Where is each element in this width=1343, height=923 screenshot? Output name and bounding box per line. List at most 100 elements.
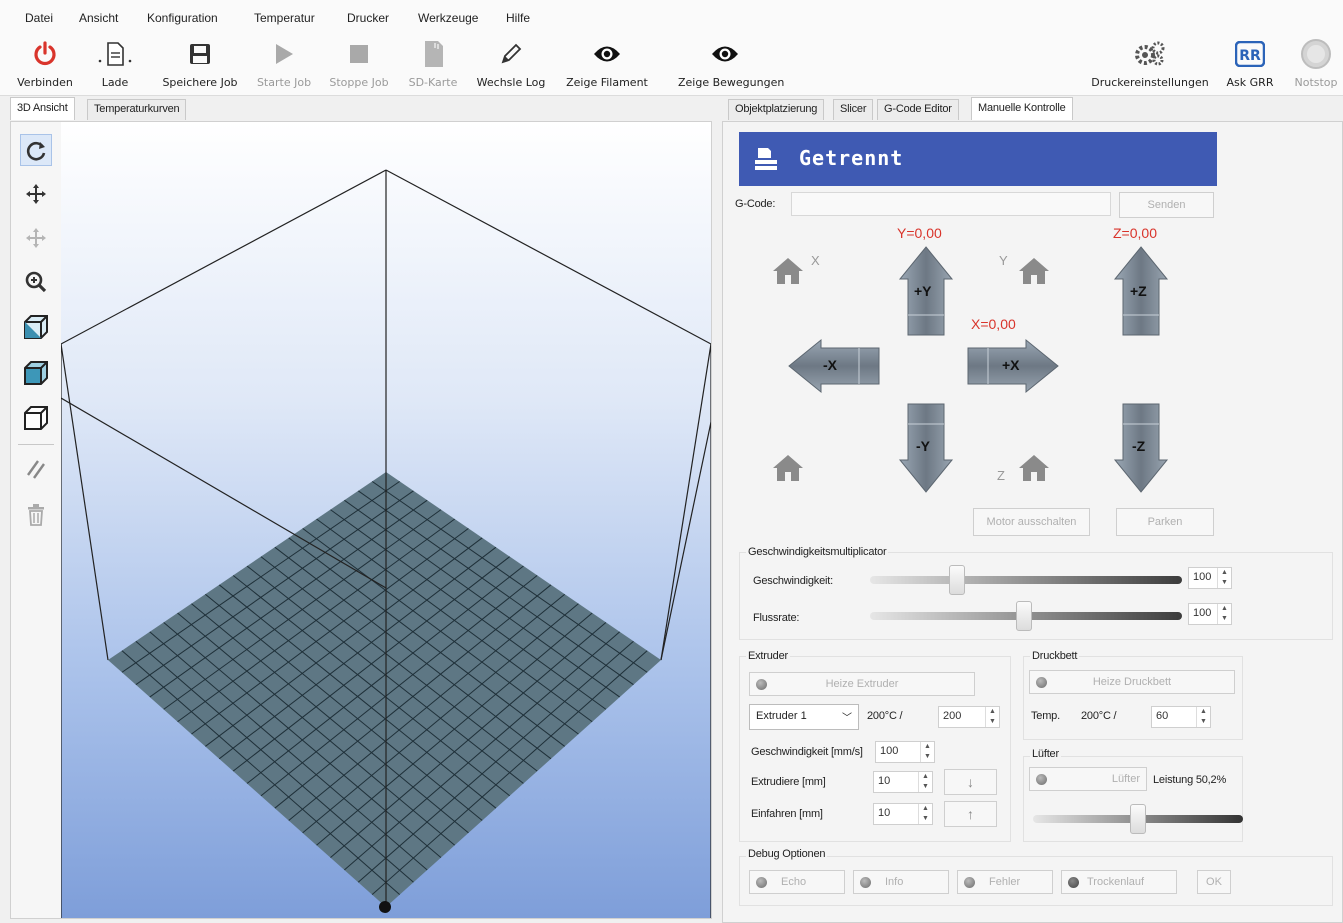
parallel-view-button[interactable]	[20, 453, 52, 485]
spin-arrows-icon[interactable]: ▲ ▼	[918, 772, 932, 792]
view-tools-sidebar	[11, 122, 61, 918]
retract-button[interactable]: ↑	[944, 801, 997, 827]
spin-arrows-icon[interactable]: ▲ ▼	[1217, 604, 1231, 624]
jog-minus-z-button[interactable]: -Z	[1113, 402, 1169, 494]
send-gcode-button[interactable]: Senden	[1119, 192, 1214, 218]
start-job-button[interactable]: Starte Job	[257, 34, 311, 96]
debug-echo-button[interactable]: Echo	[749, 870, 845, 894]
printer-settings-button[interactable]: Druckereinstellungen	[1091, 34, 1209, 96]
connect-button[interactable]: Verbinden	[17, 34, 73, 96]
iso-view-button[interactable]	[20, 311, 52, 343]
menu-temperatur[interactable]: Temperatur	[254, 11, 315, 25]
jog-plus-y-button[interactable]: +Y	[898, 245, 954, 337]
extrude-spinbox[interactable]: 10 ▲ ▼	[873, 771, 933, 793]
heat-extruder-button[interactable]: Heize Extruder	[749, 672, 975, 696]
move-view-button[interactable]	[20, 178, 52, 210]
menu-konfiguration[interactable]: Konfiguration	[147, 11, 218, 25]
motor-off-button[interactable]: Motor ausschalten	[973, 508, 1090, 536]
park-button[interactable]: Parken	[1116, 508, 1214, 536]
reset-view-button[interactable]	[20, 134, 52, 166]
info-led-icon	[860, 876, 871, 888]
show-moves-button[interactable]: Zeige Bewegungen	[678, 34, 784, 96]
spin-arrows-icon[interactable]: ▲ ▼	[985, 707, 999, 727]
stop-job-button[interactable]: Stoppe Job	[329, 34, 389, 96]
fan-toggle-button[interactable]: Lüfter	[1029, 767, 1147, 791]
spin-arrows-icon[interactable]: ▲ ▼	[1217, 568, 1231, 588]
spin-arrows-icon[interactable]: ▲ ▼	[918, 804, 932, 824]
flow-label: Flussrate:	[753, 612, 800, 624]
toggle-log-button[interactable]: Wechsle Log	[477, 34, 545, 96]
sd-card-button[interactable]: SD-Karte	[408, 34, 458, 96]
menu-ansicht[interactable]: Ansicht	[79, 11, 118, 25]
move-object-button[interactable]	[20, 222, 52, 254]
sd-card-label: SD-Karte	[408, 76, 458, 89]
svg-text:RR: RR	[1239, 48, 1261, 64]
fan-slider-thumb[interactable]	[1130, 804, 1147, 834]
retract-spinbox[interactable]: 10 ▲ ▼	[873, 803, 933, 825]
gcode-input[interactable]	[791, 192, 1111, 216]
delete-object-button[interactable]	[20, 499, 52, 531]
arrow-up-icon: ↑	[967, 806, 974, 822]
heat-bed-button[interactable]: Heize Druckbett	[1029, 670, 1235, 694]
debug-error-button[interactable]: Fehler	[957, 870, 1053, 894]
tab-object-placement[interactable]: Objektplatzierung	[728, 99, 825, 120]
left-tab-strip: 3D Ansicht Temperaturkurven	[10, 97, 712, 121]
debug-dry-run-button[interactable]: Trockenlauf	[1061, 870, 1177, 894]
bed-target-spinbox[interactable]: 60 ▲ ▼	[1151, 706, 1211, 728]
print-volume-scene	[61, 169, 711, 918]
speed-multiplier-title: Geschwindigkeitsmultiplicator	[746, 546, 889, 558]
spin-arrows-icon[interactable]: ▲ ▼	[920, 742, 934, 762]
jog-plus-x-button[interactable]: +X	[966, 338, 1060, 394]
zoom-button[interactable]	[20, 266, 52, 298]
save-job-button[interactable]: Speichere Job	[162, 34, 238, 96]
extruder-target-spinbox[interactable]: 200 ▲ ▼	[938, 706, 1000, 728]
wireframe-view-button[interactable]	[20, 402, 52, 434]
tab-gcode-editor[interactable]: G-Code Editor	[877, 99, 959, 120]
3d-viewport[interactable]	[61, 122, 711, 918]
flow-slider-thumb[interactable]	[1016, 601, 1032, 631]
menu-drucker[interactable]: Drucker	[347, 11, 389, 25]
jog-plus-z-button[interactable]: +Z	[1113, 245, 1169, 337]
extruder-select[interactable]: Extruder 1 ﹀	[749, 704, 859, 730]
menu-hilfe[interactable]: Hilfe	[506, 11, 530, 25]
load-button[interactable]: Lade	[95, 34, 135, 96]
minus-z-label: -Z	[1132, 438, 1146, 454]
debug-ok-button[interactable]: OK	[1197, 870, 1231, 894]
connection-status-banner: Getrennt	[739, 132, 1217, 186]
pencil-icon	[485, 39, 537, 69]
menu-werkzeuge[interactable]: Werkzeuge	[418, 11, 478, 25]
manual-control-panel: Getrennt G-Code: Senden Y=0,00 Z=0,00 X=…	[722, 121, 1343, 923]
printer-settings-label: Druckereinstellungen	[1091, 76, 1209, 89]
jog-minus-y-button[interactable]: -Y	[898, 402, 954, 494]
jog-minus-x-button[interactable]: -X	[787, 338, 881, 394]
speed-spinbox[interactable]: 100 ▲ ▼	[1188, 567, 1232, 589]
speed-value: 100	[1193, 571, 1212, 583]
speed-slider-thumb[interactable]	[949, 565, 965, 595]
tab-manual-control[interactable]: Manuelle Kontrolle	[971, 97, 1073, 120]
spin-arrows-icon[interactable]: ▲ ▼	[1196, 707, 1210, 727]
error-led-icon	[964, 876, 975, 888]
extruder-title: Extruder	[746, 650, 790, 662]
tab-temperature-curves[interactable]: Temperaturkurven	[87, 99, 187, 120]
minus-y-label: -Y	[916, 438, 930, 454]
extrude-button[interactable]: ↓	[944, 769, 997, 795]
emergency-stop-button[interactable]: Notstop	[1294, 34, 1338, 96]
extruder-target-value: 200	[943, 710, 962, 722]
home-x-button[interactable]: X	[771, 253, 820, 288]
speed-slider-track[interactable]	[870, 576, 1182, 584]
menu-datei[interactable]: Datei	[25, 11, 53, 25]
start-job-label: Starte Job	[256, 76, 312, 89]
front-view-button[interactable]	[20, 357, 52, 389]
show-filament-button[interactable]: Zeige Filament	[566, 34, 648, 96]
toggle-log-label: Wechsle Log	[476, 76, 546, 89]
debug-info-button[interactable]: Info	[853, 870, 949, 894]
home-all-button[interactable]	[771, 452, 805, 485]
stop-job-label: Stoppe Job	[329, 76, 389, 89]
ask-grr-button[interactable]: RR Ask GRR	[1227, 34, 1273, 96]
arrow-down-icon: ↓	[967, 774, 974, 790]
tab-slicer[interactable]: Slicer	[833, 99, 874, 120]
tab-3d-view[interactable]: 3D Ansicht	[10, 97, 75, 120]
flow-spinbox[interactable]: 100 ▲ ▼	[1188, 603, 1232, 625]
x-position-readout: X=0,00	[971, 316, 1016, 332]
extruder-speed-spinbox[interactable]: 100 ▲ ▼	[875, 741, 935, 763]
